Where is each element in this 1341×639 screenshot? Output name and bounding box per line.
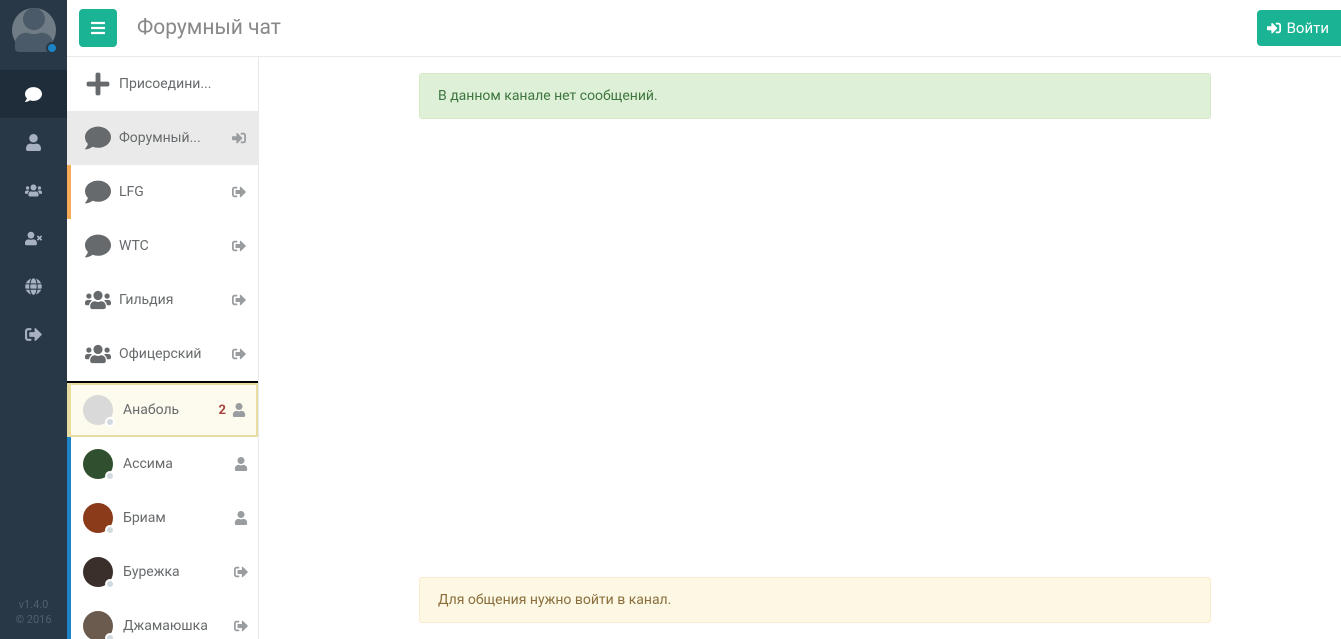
user-avatar	[83, 557, 113, 587]
channel-item[interactable]: LFG	[67, 165, 258, 219]
nav-chat[interactable]	[0, 70, 67, 118]
empty-channel-alert: В данном канале нет сообщений.	[419, 73, 1211, 119]
login-required-alert: Для общения нужно войти в канал.	[419, 577, 1211, 623]
unread-badge: 2	[219, 403, 226, 418]
channels-panel[interactable]: Присоедини... Форумный... LFG WTC Гильдия Оф…	[67, 57, 259, 639]
bars-icon	[90, 20, 106, 36]
signout-icon[interactable]	[230, 347, 248, 362]
login-label: Войти	[1287, 19, 1329, 37]
menu-toggle-button[interactable]	[79, 9, 117, 47]
status-dot-icon	[46, 42, 58, 54]
nav-globe[interactable]	[0, 262, 67, 310]
comment-icon	[25, 86, 42, 103]
join-label: Присоедини...	[119, 76, 248, 92]
sidebar-footer: v1.4.0 © 2016	[0, 598, 67, 627]
nav-user[interactable]	[0, 118, 67, 166]
plus-icon	[83, 71, 113, 97]
user-name: Ассима	[123, 456, 234, 472]
login-required-text: Для общения нужно войти в канал.	[438, 592, 671, 608]
globe-icon	[25, 278, 42, 295]
user-name: Бриам	[123, 510, 234, 526]
channel-label: WTC	[119, 238, 230, 254]
left-sidebar: v1.4.0 © 2016	[0, 0, 67, 639]
signout-icon[interactable]	[234, 619, 248, 634]
user-icon[interactable]	[234, 457, 248, 472]
comment-icon	[83, 233, 113, 259]
copyright-text: © 2016	[0, 613, 67, 627]
join-channel-button[interactable]: Присоедини...	[67, 57, 258, 111]
signout-icon[interactable]	[230, 239, 248, 254]
users-icon	[83, 287, 113, 313]
status-dot-icon	[105, 417, 115, 427]
user-avatar	[83, 503, 113, 533]
user-item[interactable]: Бриам	[67, 491, 258, 545]
top-header: Форумный чат Войти	[67, 0, 1341, 57]
users-icon	[83, 341, 113, 367]
status-dot-icon	[105, 525, 115, 535]
empty-channel-text: В данном канале нет сообщений.	[438, 88, 658, 104]
nav-icons	[0, 70, 67, 358]
user-avatar	[83, 611, 113, 639]
user-item[interactable]: Анаболь2	[67, 383, 258, 437]
channel-label: Форумный...	[119, 130, 230, 146]
channel-label: Офицерский	[119, 346, 230, 362]
channel-item[interactable]: Гильдия	[67, 273, 258, 327]
signout-icon[interactable]	[234, 565, 248, 580]
page-title: Форумный чат	[137, 16, 281, 40]
status-dot-icon	[105, 633, 115, 639]
user-name: Анаболь	[123, 402, 219, 418]
channel-label: LFG	[119, 184, 230, 200]
signout-icon[interactable]	[230, 293, 248, 308]
channel-item[interactable]: Офицерский	[67, 327, 258, 381]
status-dot-icon	[105, 471, 115, 481]
channel-item[interactable]: Форумный...	[67, 111, 258, 165]
status-dot-icon	[105, 579, 115, 589]
nav-users[interactable]	[0, 166, 67, 214]
channel-item[interactable]: WTC	[67, 219, 258, 273]
user-x-icon	[25, 230, 42, 247]
nav-blocked[interactable]	[0, 214, 67, 262]
user-icon	[25, 134, 42, 151]
user-name: Бурежка	[123, 564, 234, 580]
channel-label: Гильдия	[119, 292, 230, 308]
user-icon[interactable]	[234, 511, 248, 526]
main-content: В данном канале нет сообщений. Для общен…	[259, 57, 1341, 639]
signin-icon[interactable]	[230, 131, 248, 146]
version-text: v1.4.0	[0, 598, 67, 612]
comment-icon	[83, 179, 113, 205]
user-item[interactable]: Бурежка	[67, 545, 258, 599]
comment-icon	[83, 125, 113, 151]
user-avatar	[83, 395, 113, 425]
users-icon	[25, 182, 42, 199]
login-button[interactable]: Войти	[1257, 10, 1341, 46]
signin-icon	[1267, 21, 1281, 35]
signout-icon	[25, 326, 42, 343]
current-user-avatar[interactable]	[12, 8, 56, 52]
signout-icon[interactable]	[230, 185, 248, 200]
user-name: Джамаюшка	[123, 618, 234, 634]
nav-signout[interactable]	[0, 310, 67, 358]
user-icon[interactable]	[232, 403, 246, 418]
user-item[interactable]: Ассима	[67, 437, 258, 491]
user-item[interactable]: Джамаюшка	[67, 599, 258, 639]
user-avatar	[83, 449, 113, 479]
